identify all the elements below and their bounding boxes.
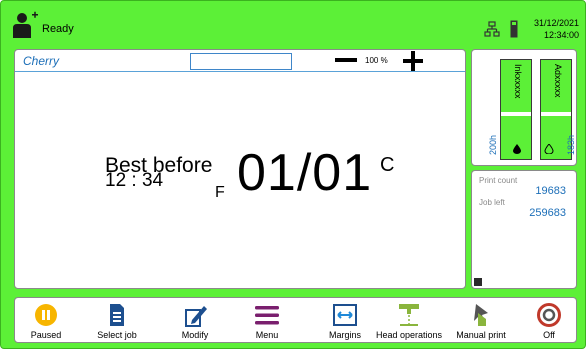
job-left-label: Job left [479,198,505,207]
message-time[interactable]: 12 : 34 [105,170,163,192]
modify-button[interactable]: Modify [169,298,221,344]
margins-icon [333,304,357,326]
ink-panel[interactable]: Inkxxxxx 200h Adxxxxx 183h [471,49,577,166]
job-name: Cherry [23,54,60,68]
manual-print-button[interactable]: Manual print [451,298,511,344]
ink-tank-hours: 200h [488,134,498,155]
operator-icon[interactable] [11,11,39,39]
paused-label: Paused [30,330,62,340]
datetime: 31/12/2021 12:34:00 [534,17,579,41]
app-frame: Ready 31/12/2021 12:34:00 Cherry 100 % B… [0,0,586,349]
additive-tank-name: Adxxxxx [553,64,563,98]
message-superscript[interactable]: C [380,154,394,177]
print-count-label: Print count [479,176,518,185]
editor-header: Cherry 100 % [15,50,465,72]
usb-icon [510,20,518,38]
select-job-label: Select job [97,330,137,340]
additive-tank-hours: 183h [566,134,576,155]
print-head-icon [399,304,419,326]
date-text: 31/12/2021 [533,18,579,28]
menu-label: Menu [255,330,279,340]
bottom-toolbar: Paused Select job Modify Menu Margins He… [14,297,577,343]
status-text: Ready [42,23,74,35]
manual-print-label: Manual print [456,330,506,340]
edit-icon [185,306,207,327]
additive-tank[interactable]: Adxxxxx 183h [540,59,576,160]
message-editor[interactable]: Cherry 100 % Best before 12 : 34 01/01 C… [14,49,466,289]
modify-label: Modify [181,330,209,340]
zoom-in-button[interactable] [403,51,423,71]
message-subscript[interactable]: F [215,184,225,202]
document-icon [110,304,124,326]
time-text: 12:34:00 [543,30,579,40]
margins-label: Margins [328,330,361,340]
additive-drop-icon [544,144,554,154]
manual-print-icon [474,304,488,326]
ink-tank-name: Inkxxxxx [513,64,523,99]
power-off-icon [537,303,561,327]
zoom-level: 100 % [365,56,388,65]
head-operations-button[interactable]: Head operations [369,298,449,344]
menu-button[interactable]: Menu [241,298,293,344]
message-date[interactable]: 01/01 [237,143,372,203]
status-bar: Ready 31/12/2021 12:34:00 [1,1,586,47]
head-operations-label: Head operations [375,330,443,340]
off-button[interactable]: Off [523,298,575,344]
ink-drop-icon [513,144,521,154]
select-job-button[interactable]: Select job [91,298,143,344]
count-panel[interactable]: Print count 19683 Job left 259683 [471,170,577,289]
pause-icon [35,304,57,326]
ribbon-icon [474,278,482,286]
zoom-out-button[interactable] [335,58,357,64]
ink-tank[interactable]: Inkxxxxx 200h [488,59,532,160]
network-icon [484,21,500,37]
print-count-value: 19683 [535,185,566,197]
paused-button[interactable]: Paused [20,298,72,344]
off-label: Off [543,330,555,340]
job-left-value: 259683 [529,207,566,219]
menu-icon [255,306,279,325]
job-name-field[interactable] [190,53,292,70]
margins-button[interactable]: Margins [319,298,371,344]
